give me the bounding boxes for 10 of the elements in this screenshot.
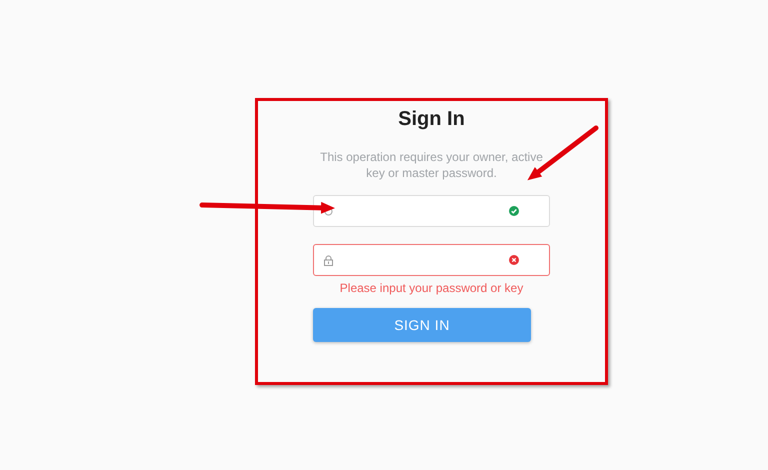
key-field[interactable] — [313, 195, 550, 227]
sign-in-button[interactable]: SIGN IN — [313, 308, 531, 342]
error-message: Please input your password or key — [338, 280, 524, 296]
password-field[interactable] — [313, 244, 550, 276]
error-icon — [509, 255, 519, 265]
instruction-text: This operation requires your owner, active key or master password. — [319, 149, 544, 181]
check-icon — [509, 206, 519, 216]
sign-in-title: Sign In — [397, 107, 466, 132]
user-icon — [324, 206, 333, 216]
lock-icon — [324, 254, 333, 266]
